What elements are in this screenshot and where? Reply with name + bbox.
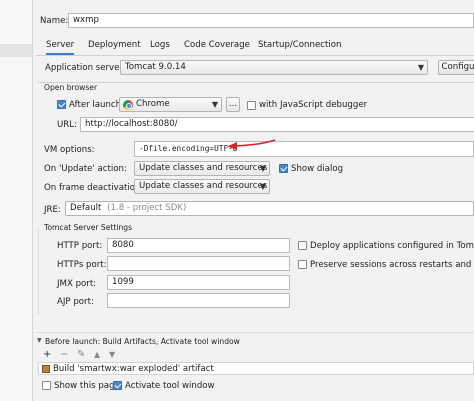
on-update-value: Update classes and resources [139, 163, 268, 173]
jre-value: Default [70, 203, 102, 213]
http-port-label: HTTP port: [57, 241, 103, 251]
http-port-field[interactable]: 8080 [107, 238, 290, 253]
browser-value: Chrome [136, 99, 170, 109]
on-frame-select[interactable]: Update classes and resources ▼ [134, 179, 270, 194]
on-frame-label: On frame deactivation: [44, 183, 144, 193]
chevron-down-icon: ▼ [417, 63, 424, 72]
https-port-label: HTTPs port: [57, 260, 107, 270]
preserve-sessions-checkbox[interactable] [298, 260, 307, 269]
browser-options-button[interactable]: ... [226, 97, 240, 112]
tabs-divider [36, 55, 474, 56]
chevron-down-icon: ▼ [259, 164, 266, 173]
artifact-icon [42, 365, 50, 373]
tab-deployment[interactable]: Deployment [88, 38, 141, 52]
before-launch-list[interactable]: Build 'smartwx:war exploded' artifact [38, 362, 474, 375]
annotation-arrow-icon [227, 139, 276, 150]
collapse-triangle-icon[interactable]: ▼ [37, 337, 42, 344]
before-launch-divider [36, 332, 474, 333]
edit-icon[interactable]: ✎ [77, 350, 85, 360]
on-update-label: On 'Update' action: [44, 164, 127, 174]
tab-startup-connection[interactable]: Startup/Connection [258, 38, 341, 52]
open-browser-title: Open browser [44, 83, 100, 92]
vm-options-label: VM options: [44, 145, 95, 155]
activate-tool-window-label: Activate tool window [125, 381, 215, 391]
left-config-tree[interactable] [0, 0, 33, 401]
deploy-apps-label: Deploy applications configured in Tomcat… [310, 241, 474, 251]
app-server-label: Application server: [45, 63, 126, 73]
chevron-down-icon: ▼ [259, 182, 266, 191]
app-server-value: Tomcat 9.0.14 [125, 62, 186, 72]
vm-options-field[interactable]: -Dfile.encoding=UTF-8 [134, 141, 474, 157]
js-debugger-label: with JavaScript debugger [259, 100, 368, 110]
tab-server[interactable]: Server [46, 38, 75, 55]
https-port-field[interactable] [107, 256, 290, 271]
deploy-apps-checkbox[interactable] [298, 241, 307, 250]
move-up-icon[interactable]: ▲ [94, 350, 100, 360]
name-field[interactable]: wxmp [68, 13, 474, 28]
url-label: URL: [57, 120, 77, 130]
show-page-checkbox[interactable] [42, 381, 51, 390]
tab-logs[interactable]: Logs [150, 38, 170, 52]
ajp-port-label: AJP port: [57, 297, 94, 307]
preserve-sessions-label: Preserve sessions across restarts and re… [310, 260, 474, 270]
name-label: Name: [40, 16, 69, 26]
before-launch-item[interactable]: Build 'smartwx:war exploded' artifact [53, 363, 214, 375]
remove-icon[interactable]: − [60, 350, 68, 360]
jre-select[interactable]: Default (1.8 - project SDK) [65, 201, 474, 216]
on-update-select[interactable]: Update classes and resources ▼ [134, 161, 270, 176]
app-server-select[interactable]: Tomcat 9.0.14 ▼ [120, 60, 428, 75]
show-page-label: Show this page [54, 381, 120, 391]
configure-button[interactable]: Configu [438, 60, 474, 75]
activate-tool-window-checkbox[interactable] [113, 381, 122, 390]
browser-select[interactable]: Chrome ▼ [119, 97, 222, 112]
show-dialog-label: Show dialog [291, 164, 344, 174]
selected-tree-item[interactable] [0, 44, 32, 57]
on-frame-value: Update classes and resources [139, 181, 268, 191]
tomcat-settings-border [38, 229, 41, 314]
move-down-icon[interactable]: ▼ [109, 350, 115, 360]
tomcat-settings-title: Tomcat Server Settings [44, 223, 133, 232]
tab-code-coverage[interactable]: Code Coverage [184, 38, 250, 52]
chevron-down-icon: ▼ [211, 100, 218, 109]
before-launch-title: Before launch: Build Artifacts, Activate… [45, 337, 240, 346]
jre-label: JRE: [44, 205, 61, 215]
jmx-port-field[interactable]: 1099 [107, 275, 290, 290]
js-debugger-checkbox[interactable] [247, 101, 256, 110]
url-field[interactable]: http://localhost:8080/ [80, 117, 474, 132]
jre-hint: (1.8 - project SDK) [107, 203, 187, 213]
show-dialog-checkbox[interactable] [279, 164, 288, 173]
after-launch-checkbox[interactable] [57, 100, 66, 109]
add-icon[interactable]: + [43, 350, 51, 360]
chrome-icon [123, 100, 133, 110]
after-launch-label: After launch [69, 100, 122, 110]
ajp-port-field[interactable] [107, 293, 290, 308]
jmx-port-label: JMX port: [57, 279, 97, 289]
